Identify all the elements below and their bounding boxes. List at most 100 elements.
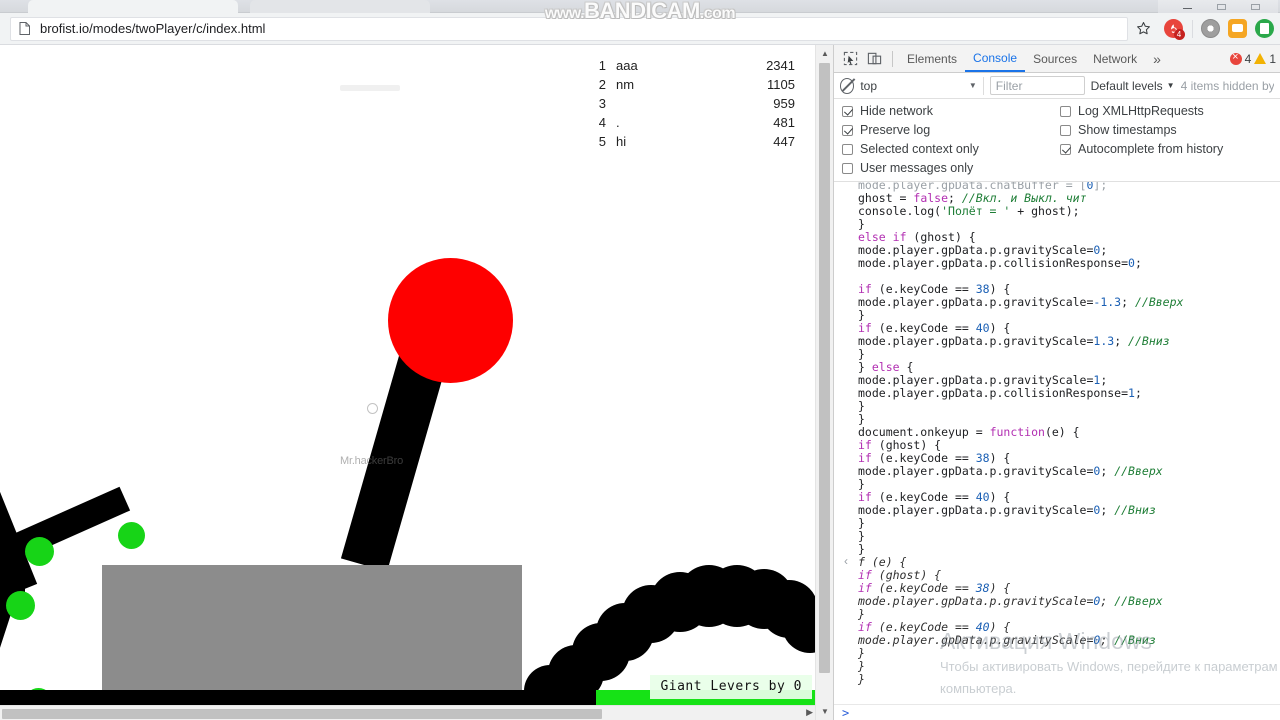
browser-tab[interactable] (28, 0, 238, 13)
setting-label: Selected context only (860, 142, 979, 156)
inspect-element-icon[interactable] (838, 47, 862, 71)
vertical-scroll-thumb[interactable] (819, 63, 830, 673)
console-line: mode.player.gpData.p.gravityScale=-1.3; … (858, 295, 1184, 309)
hidden-items-note: 4 items hidden by fil (1180, 78, 1274, 93)
game-hud-bar (340, 85, 400, 91)
setting-label: User messages only (860, 161, 974, 175)
toolbar-divider (892, 50, 893, 67)
red-ball[interactable] (388, 258, 513, 383)
leaderboard-row: 3 959 (590, 96, 795, 115)
chevron-down-icon: ▼ (968, 81, 977, 90)
checkbox[interactable] (842, 143, 853, 155)
extension-grey-icon[interactable] (1201, 19, 1220, 38)
grey-platform (102, 565, 522, 690)
leaderboard-rank: 3 (598, 96, 606, 111)
prompt-symbol: > (842, 705, 850, 720)
leaderboard-score: 2341 (766, 58, 795, 73)
level-name-label: Giant Levers by 0 (650, 675, 812, 699)
page-vertical-scrollbar[interactable]: ▲ ▼ (815, 45, 833, 720)
warning-icon (1254, 53, 1267, 64)
devtools-panel: Elements Console Sources Network » 4 1 t… (833, 45, 1280, 720)
address-bar[interactable]: brofist.io/modes/twoPlayer/c/index.html (10, 16, 1128, 41)
pivot-dot (25, 537, 54, 566)
scroll-right-icon[interactable]: ▶ (806, 707, 813, 718)
pivot-dot (6, 591, 35, 620)
setting-label: Log XMLHttpRequests (1078, 104, 1204, 118)
minimize-icon[interactable] (1183, 8, 1192, 9)
setting-preserve-log[interactable]: Preserve log (842, 123, 1054, 137)
console-filter-input[interactable]: Filter (989, 76, 1085, 95)
browser-tabstrip[interactable] (0, 0, 1280, 13)
leaderboard-row: 1 aaa 2341 (590, 58, 795, 77)
star-icon[interactable] (1132, 18, 1154, 40)
scroll-down-icon[interactable]: ▼ (816, 703, 834, 720)
leaderboard-name: aaa (616, 58, 638, 73)
device-toolbar-icon[interactable] (862, 47, 886, 71)
setting-label: Preserve log (860, 123, 931, 137)
console-return-line: mode.player.gpData.p.gravityScale=0; //В… (858, 594, 1163, 608)
leaderboard-row: 4 . 481 (590, 115, 795, 134)
window-controls[interactable] (1158, 0, 1278, 13)
error-icon (1229, 51, 1242, 65)
notification-shield-icon[interactable]: 4 (1162, 18, 1185, 40)
checkbox[interactable] (1060, 124, 1071, 136)
scroll-up-icon[interactable]: ▲ (816, 45, 834, 62)
pivot-dot (118, 522, 145, 549)
console-settings: Hide network Log XMLHttpRequests Preserv… (834, 99, 1280, 182)
browser-toolbar: brofist.io/modes/twoPlayer/c/index.html … (0, 13, 1280, 45)
leaderboard-name: nm (616, 77, 635, 92)
browser-tab[interactable] (250, 0, 430, 13)
chevron-down-icon: ▼ (1166, 81, 1175, 90)
log-levels-dropdown[interactable]: Default levels ▼ (1091, 79, 1175, 93)
document-icon (19, 22, 30, 35)
leaderboard-rank: 4 (598, 115, 606, 130)
screen: brofist.io/modes/twoPlayer/c/index.html … (0, 0, 1280, 720)
issue-counters[interactable]: 4 1 (1229, 51, 1276, 66)
setting-user-messages-only[interactable]: User messages only (842, 161, 1054, 175)
console-return-line: } (858, 659, 865, 673)
setting-hide-network[interactable]: Hide network (842, 104, 1054, 118)
close-icon[interactable] (1251, 4, 1260, 10)
console-output[interactable]: mode.player.gpData.chatBuffer = [0]; ghos… (834, 182, 1280, 704)
game-canvas[interactable]: 1 aaa 2341 2 nm 1105 3 959 4 . 481 5 hi (0, 45, 815, 705)
setting-show-timestamps[interactable]: Show timestamps (1060, 123, 1272, 137)
checkbox[interactable] (842, 124, 853, 136)
toolbar-actions: 4 (1128, 13, 1280, 44)
checkbox[interactable] (1060, 143, 1071, 155)
console-line: mode.player.gpData.p.collisionResponse=0… (858, 256, 1142, 270)
url-text: brofist.io/modes/twoPlayer/c/index.html (40, 21, 266, 36)
tab-elements[interactable]: Elements (899, 45, 965, 72)
console-line: console.log('Полёт = ' + ghost); (858, 204, 1080, 218)
console-line: mode.player.gpData.p.gravityScale=0; //В… (858, 464, 1163, 478)
clear-console-icon[interactable] (840, 77, 855, 94)
extension-orange-icon[interactable] (1228, 19, 1247, 38)
console-return-line: } (858, 646, 865, 660)
more-tabs-icon[interactable]: » (1145, 51, 1169, 67)
checkbox[interactable] (842, 105, 853, 117)
tab-console[interactable]: Console (965, 45, 1026, 72)
tab-network[interactable]: Network (1085, 45, 1145, 72)
leaderboard-score: 447 (773, 134, 795, 149)
maximize-icon[interactable] (1217, 4, 1226, 10)
leaderboard-rank: 2 (598, 77, 606, 92)
setting-selected-context-only[interactable]: Selected context only (842, 142, 1054, 156)
setting-label: Show timestamps (1078, 123, 1177, 137)
console-line: } (858, 399, 865, 413)
horizontal-scroll-thumb[interactable] (2, 709, 602, 719)
checkbox[interactable] (842, 162, 853, 174)
page-horizontal-scrollbar[interactable]: ▶ (0, 705, 815, 720)
setting-autocomplete-history[interactable]: Autocomplete from history (1060, 142, 1272, 156)
console-line: mode.player.gpData.p.gravityScale=0; //В… (858, 503, 1156, 517)
leaderboard-name: hi (616, 134, 627, 149)
extension-green-icon[interactable] (1255, 19, 1274, 38)
toolbar-divider (1192, 19, 1193, 38)
console-prompt[interactable]: > (834, 704, 1280, 720)
leaderboard-rank: 1 (598, 58, 606, 73)
leaderboard-score: 1105 (767, 77, 795, 92)
setting-log-xhr[interactable]: Log XMLHttpRequests (1060, 104, 1272, 118)
leaderboard-score: 481 (773, 115, 795, 130)
tab-sources[interactable]: Sources (1025, 45, 1085, 72)
execution-context-select[interactable]: top ▼ (860, 76, 984, 95)
checkbox[interactable] (1060, 105, 1071, 117)
